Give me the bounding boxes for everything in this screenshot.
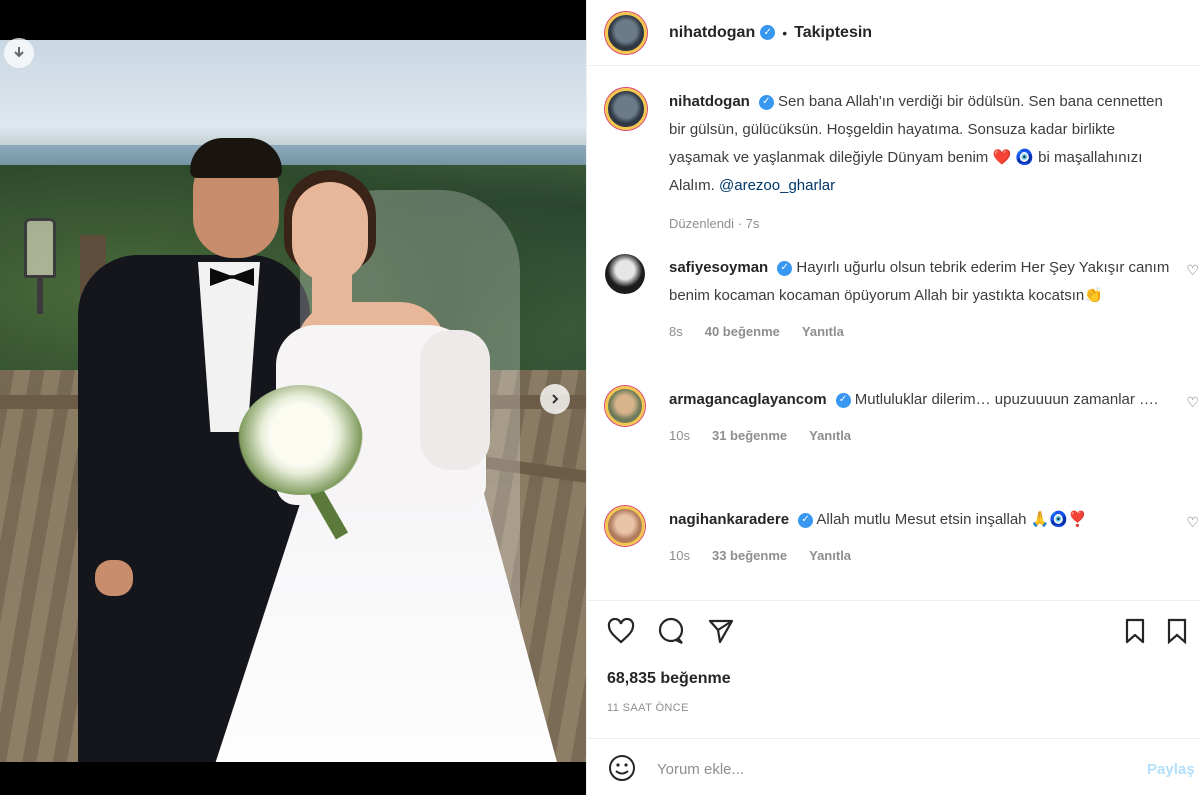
post-header: nihatdogan ✓ • Takiptesin	[587, 0, 1200, 66]
comment-avatar[interactable]	[605, 386, 645, 426]
comment-item: armagancaglayancom ✓ Mutluluklar dilerim……	[605, 386, 1200, 476]
comment-reply-button[interactable]: Yanıtla	[809, 422, 851, 450]
verified-badge-icon: ✓	[835, 392, 851, 408]
caption: nihatdogan ✓ Sen bana Allah'ın verdiği bi…	[605, 88, 1200, 248]
post-sidebar: nihatdogan ✓ • Takiptesin nihatdogan ✓ Se…	[586, 0, 1200, 795]
comment-reply-button[interactable]: Yanıtla	[802, 318, 844, 346]
send-icon[interactable]	[705, 615, 737, 647]
comment-likes[interactable]: 40 beğenme	[705, 318, 780, 346]
download-icon[interactable]	[4, 38, 34, 68]
comment-time: 10s	[669, 428, 690, 443]
bride-face	[292, 182, 368, 282]
post-media-panel	[0, 0, 586, 795]
separator-dot: •	[782, 24, 788, 41]
comment-input[interactable]	[657, 757, 1117, 781]
post-action-overflow[interactable]	[1165, 615, 1189, 647]
carousel-dots	[268, 741, 294, 747]
comment-icon[interactable]	[655, 615, 687, 647]
comment-avatar[interactable]	[605, 506, 645, 546]
comment-text: Mutluluklar dilerim… upuzuuuun zamanlar …	[854, 391, 1159, 408]
caption-mention[interactable]: @arezoo_gharlar	[719, 177, 835, 194]
carousel-dot	[278, 741, 284, 747]
comment-time: 10s	[669, 548, 690, 563]
verified-badge-icon: ✓	[798, 512, 814, 528]
author-username[interactable]: nihatdogan	[669, 24, 755, 42]
comment-composer: Paylaş	[587, 738, 1200, 795]
comment-text: Allah mutlu Mesut etsin inşallah 🙏🧿❣️	[816, 511, 1087, 528]
like-count[interactable]: 68,835 beğenme	[607, 670, 731, 688]
post-photo[interactable]	[0, 40, 586, 762]
share-comment-button[interactable]: Paylaş	[1147, 761, 1195, 778]
photo-lamp	[18, 218, 62, 314]
groom-hair	[190, 138, 282, 178]
comment-username[interactable]: nagihankaradere	[669, 511, 789, 528]
post-actions	[587, 600, 1200, 662]
bride-bouquet	[238, 385, 363, 495]
comment-reply-button[interactable]: Yanıtla	[809, 542, 851, 570]
heart-icon[interactable]	[605, 615, 637, 647]
comment-item: nagihankaradere ✓ Allah mutlu Mesut etsin…	[605, 506, 1200, 576]
comments-feed[interactable]: nihatdogan ✓ Sen bana Allah'ın verdiği bi…	[587, 66, 1200, 596]
bride-sleeve	[420, 330, 490, 470]
verified-badge-icon: ✓	[760, 25, 776, 40]
bookmark-icon[interactable]	[1119, 615, 1151, 647]
comment-likes[interactable]: 33 beğenme	[712, 542, 787, 570]
follow-status[interactable]: Takiptesin	[794, 24, 872, 42]
carousel-next-button[interactable]	[540, 384, 570, 414]
author-avatar[interactable]	[605, 11, 647, 54]
post-timestamp: 11 SAAT ÖNCE	[607, 702, 689, 714]
comment-likes[interactable]: 31 beğenme	[712, 422, 787, 450]
carousel-dot	[268, 741, 274, 747]
smiley-icon[interactable]	[607, 753, 637, 783]
verified-badge-icon: ✓	[758, 94, 774, 110]
comment-username[interactable]: safiyesoyman	[669, 259, 768, 276]
comment-like-icon[interactable]: ♡	[1186, 262, 1199, 279]
comment-like-icon[interactable]: ♡	[1186, 394, 1199, 411]
comment-username[interactable]: armagancaglayancom	[669, 391, 827, 408]
groom-hand	[95, 560, 133, 596]
carousel-dot	[288, 741, 294, 747]
verified-badge-icon: ✓	[777, 260, 793, 276]
comment-like-icon[interactable]: ♡	[1186, 514, 1199, 531]
caption-edited: Düzenlendi · 7s	[669, 216, 760, 231]
comment-time: 8s	[669, 324, 683, 339]
caption-avatar[interactable]	[605, 88, 647, 130]
comment-item: safiyesoyman ✓ Hayırlı uğurlu olsun tebri…	[605, 254, 1200, 364]
comment-avatar[interactable]	[605, 254, 645, 294]
caption-username[interactable]: nihatdogan	[669, 93, 750, 110]
